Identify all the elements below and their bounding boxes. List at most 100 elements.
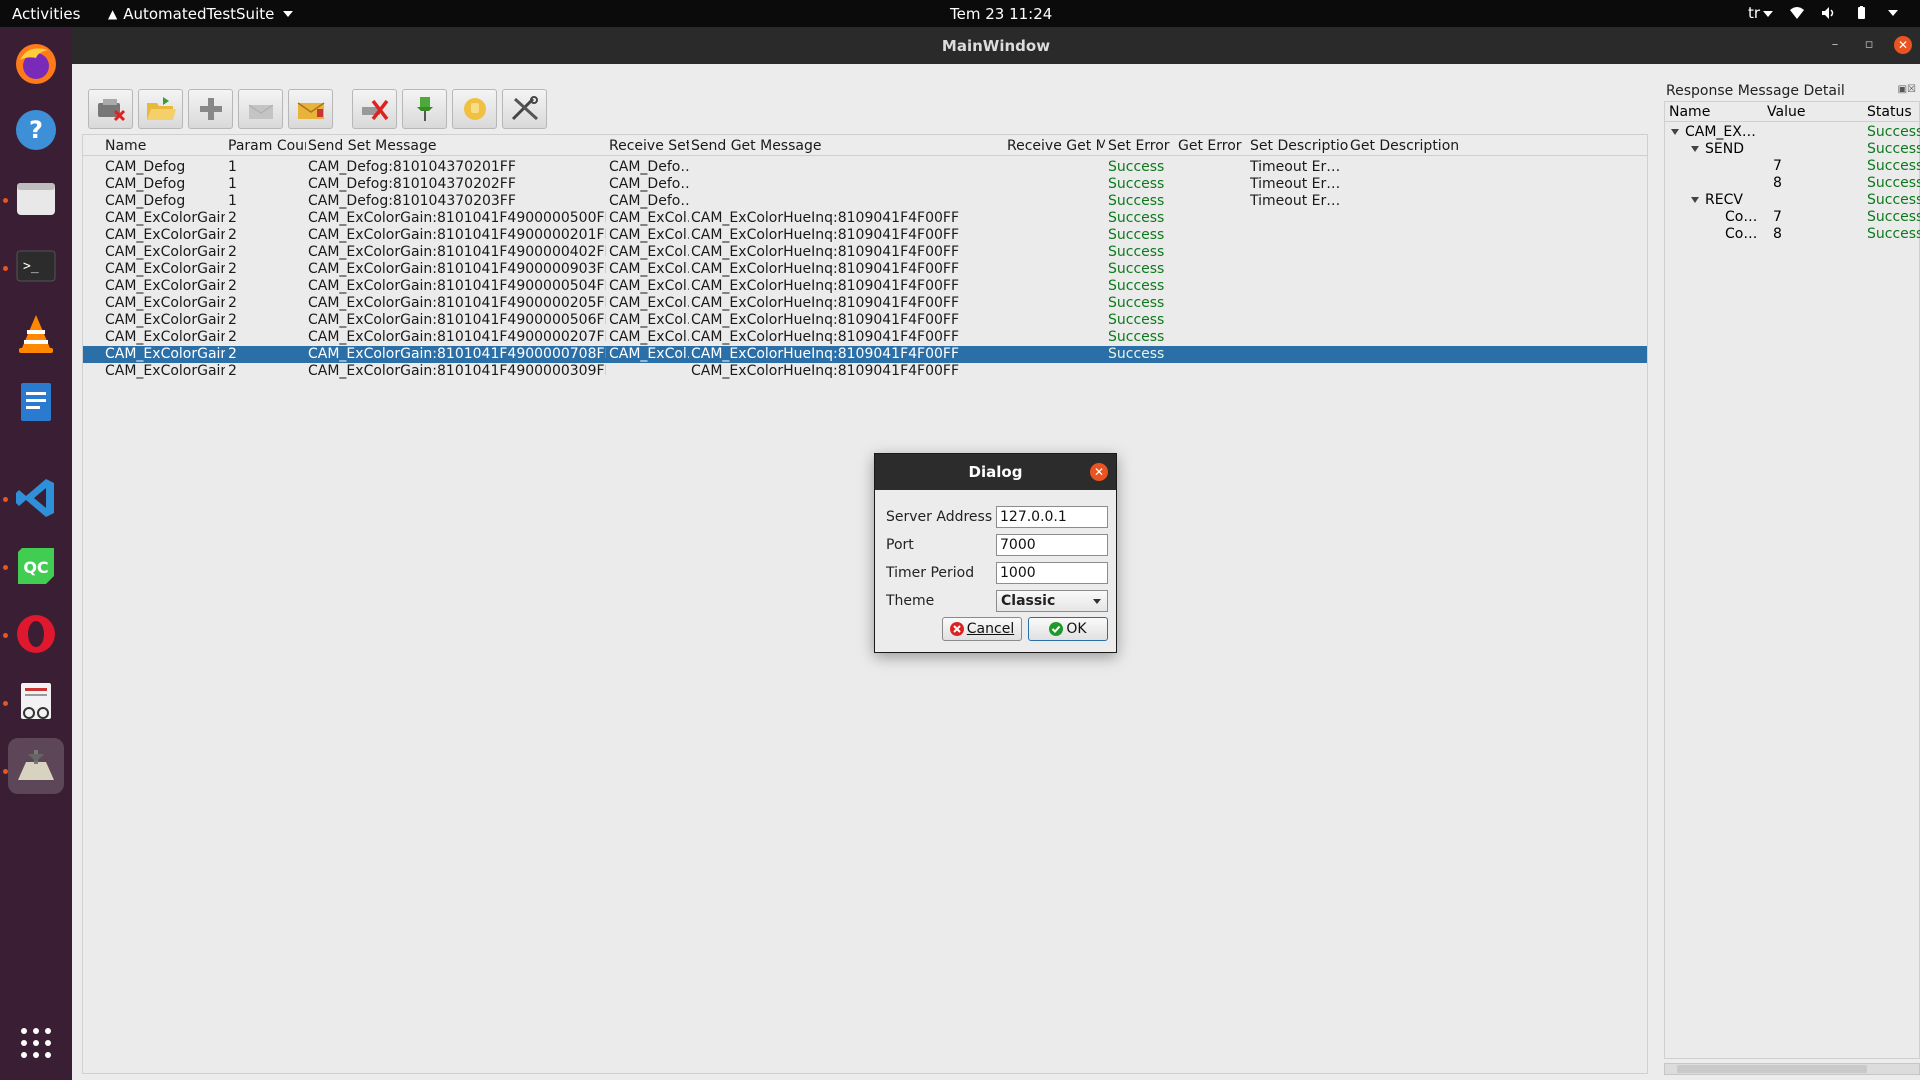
expand-arrow-icon[interactable] [1691, 146, 1699, 152]
clock[interactable]: Tem 23 11:24 [950, 5, 1052, 23]
ok-button[interactable]: OK [1028, 617, 1108, 641]
tree-row[interactable]: 8 Success [1665, 175, 1920, 192]
table-cell: CAM_ExColorHueInq:8109041F4F00FF [691, 210, 960, 226]
open-button[interactable] [138, 89, 183, 129]
tree-row[interactable]: CAM_EX… Success [1665, 124, 1920, 141]
table-row[interactable]: CAM_ExColorGain 2 CAM_ExColorGain:8101041F… [83, 227, 1647, 244]
expand-arrow-icon[interactable] [1691, 197, 1699, 203]
column-header[interactable]: Receive Set M [609, 138, 689, 154]
settings-button[interactable] [502, 89, 547, 129]
table-row[interactable]: CAM_ExColorGain 2 CAM_ExColorGain:8101041F… [83, 295, 1647, 312]
table-cell: Success [1108, 295, 1165, 311]
system-tray[interactable]: tr [1748, 4, 1898, 22]
language-indicator[interactable]: tr [1748, 4, 1773, 22]
table-row[interactable]: CAM_ExColorGain 2 CAM_ExColorGain:8101041F… [83, 346, 1647, 363]
add-button[interactable] [188, 89, 233, 129]
mail-button[interactable] [288, 89, 333, 129]
table-cell: CAM_Defog [105, 193, 186, 209]
svg-text:?: ? [29, 116, 43, 144]
table-row[interactable]: CAM_ExColorGain 2 CAM_ExColorGain:8101041F… [83, 329, 1647, 346]
column-header[interactable]: Get Description [1350, 138, 1550, 154]
tree-column-header[interactable]: Status [1867, 104, 1912, 120]
activities-button[interactable]: Activities [12, 5, 80, 23]
qt-creator-icon[interactable]: QC [8, 538, 64, 594]
table-cell: CAM_Defog [105, 176, 186, 192]
app-menu[interactable]: ▲ AutomatedTestSuite [108, 5, 294, 23]
column-header[interactable]: Receive Get M [1007, 138, 1105, 154]
theme-select[interactable]: Classic [996, 590, 1108, 612]
table-row[interactable]: CAM_ExColorGain 2 CAM_ExColorGain:8101041F… [83, 210, 1647, 227]
tree-row[interactable]: 7 Success [1665, 158, 1920, 175]
files-icon[interactable] [8, 170, 64, 226]
table-cell: CAM_ExColorHueInq:8109041F4F00FF [691, 244, 960, 260]
panel-buttons[interactable]: ▣☒ [1898, 84, 1916, 95]
expand-arrow-icon[interactable] [1671, 129, 1679, 135]
vlc-icon[interactable] [8, 306, 64, 362]
table-cell: CAM_Defo… [609, 176, 689, 192]
column-header[interactable]: Set Descriptio [1250, 138, 1348, 154]
window-title: MainWindow [941, 37, 1051, 55]
stop-button[interactable] [452, 89, 497, 129]
table-cell: CAM_Defog [105, 159, 186, 175]
table-cell: CAM_ExColorGain [105, 363, 225, 379]
minimize-icon[interactable]: – [1826, 36, 1844, 54]
add-icon [199, 98, 222, 120]
port-input[interactable] [996, 534, 1108, 556]
tree-row[interactable]: Co… 8 Success [1665, 226, 1920, 243]
document-viewer-icon[interactable] [8, 674, 64, 730]
tree-name-cell: CAM_EX… [1671, 124, 1761, 141]
column-header[interactable]: Set Error [1108, 138, 1176, 154]
table-row[interactable]: CAM_Defog 1 CAM_Defog:810104370201FF CAM_De… [83, 159, 1647, 176]
tree-row[interactable]: RECV Success [1665, 192, 1920, 209]
tree-column-header[interactable]: Name [1669, 104, 1710, 120]
column-header[interactable]: Send Set Message [308, 138, 606, 154]
tree-name-cell: RECV [1691, 192, 1761, 209]
test-table[interactable]: NameParam CountSend Set MessageReceive S… [82, 134, 1648, 1074]
writer-icon[interactable] [8, 374, 64, 430]
maximize-icon[interactable]: ▫ [1860, 36, 1878, 54]
server-address-input[interactable] [996, 506, 1108, 528]
pin-button[interactable] [402, 89, 447, 129]
response-tree[interactable]: Name Value Status CAM_EX… Success SEND Succes… [1664, 101, 1920, 1059]
show-applications-icon[interactable] [8, 1015, 64, 1071]
horizontal-scrollbar[interactable] [1664, 1063, 1920, 1075]
close-icon[interactable]: ✕ [1894, 36, 1912, 54]
disconnect-button[interactable] [88, 89, 133, 129]
cancel-button[interactable]: Cancel [942, 617, 1022, 641]
vscode-icon[interactable] [8, 470, 64, 526]
column-header[interactable]: Name [105, 138, 225, 154]
terminal-icon[interactable]: >_ [8, 238, 64, 294]
table-row[interactable]: CAM_ExColorGain 2 CAM_ExColorGain:8101041F… [83, 261, 1647, 278]
float-icon[interactable]: ▣ [1898, 84, 1907, 95]
column-header[interactable]: Param Count [228, 138, 306, 154]
tree-column-header[interactable]: Value [1767, 104, 1805, 120]
tree-name-cell: Co… [1711, 226, 1761, 243]
open-folder-icon [146, 97, 176, 120]
timer-period-input[interactable] [996, 562, 1108, 584]
close-icon[interactable]: ☒ [1907, 84, 1916, 95]
delete-button[interactable] [352, 89, 397, 129]
automated-test-suite-icon[interactable] [8, 738, 64, 794]
dialog-title[interactable]: Dialog [875, 454, 1116, 490]
window-titlebar[interactable]: MainWindow – ▫ ✕ [72, 27, 1920, 64]
tree-row[interactable]: Co… 7 Success [1665, 209, 1920, 226]
table-row[interactable]: CAM_ExColorGain 2 CAM_ExColorGain:8101041F… [83, 363, 1647, 380]
tree-value-cell: 8 [1773, 175, 1782, 191]
table-cell: CAM_ExColorGain [105, 312, 225, 328]
close-icon[interactable]: ✕ [1090, 463, 1108, 481]
table-row[interactable]: CAM_ExColorGain 2 CAM_ExColorGain:8101041F… [83, 312, 1647, 329]
table-row[interactable]: CAM_Defog 1 CAM_Defog:810104370202FF CAM_De… [83, 176, 1647, 193]
opera-icon[interactable] [8, 606, 64, 662]
scrollbar-thumb[interactable] [1677, 1065, 1867, 1073]
table-row[interactable]: CAM_Defog 1 CAM_Defog:810104370203FF CAM_De… [83, 193, 1647, 210]
send-button[interactable] [238, 89, 283, 129]
table-row[interactable]: CAM_ExColorGain 2 CAM_ExColorGain:8101041F… [83, 278, 1647, 295]
send-disabled-icon [248, 104, 273, 119]
tree-row[interactable]: SEND Success [1665, 141, 1920, 158]
dock: ? >_ QC [0, 27, 72, 1080]
column-header[interactable]: Get Error [1178, 138, 1248, 154]
column-header[interactable]: Send Get Message [691, 138, 1003, 154]
help-icon[interactable]: ? [8, 102, 64, 158]
table-row[interactable]: CAM_ExColorGain 2 CAM_ExColorGain:8101041F… [83, 244, 1647, 261]
firefox-icon[interactable] [8, 36, 64, 92]
